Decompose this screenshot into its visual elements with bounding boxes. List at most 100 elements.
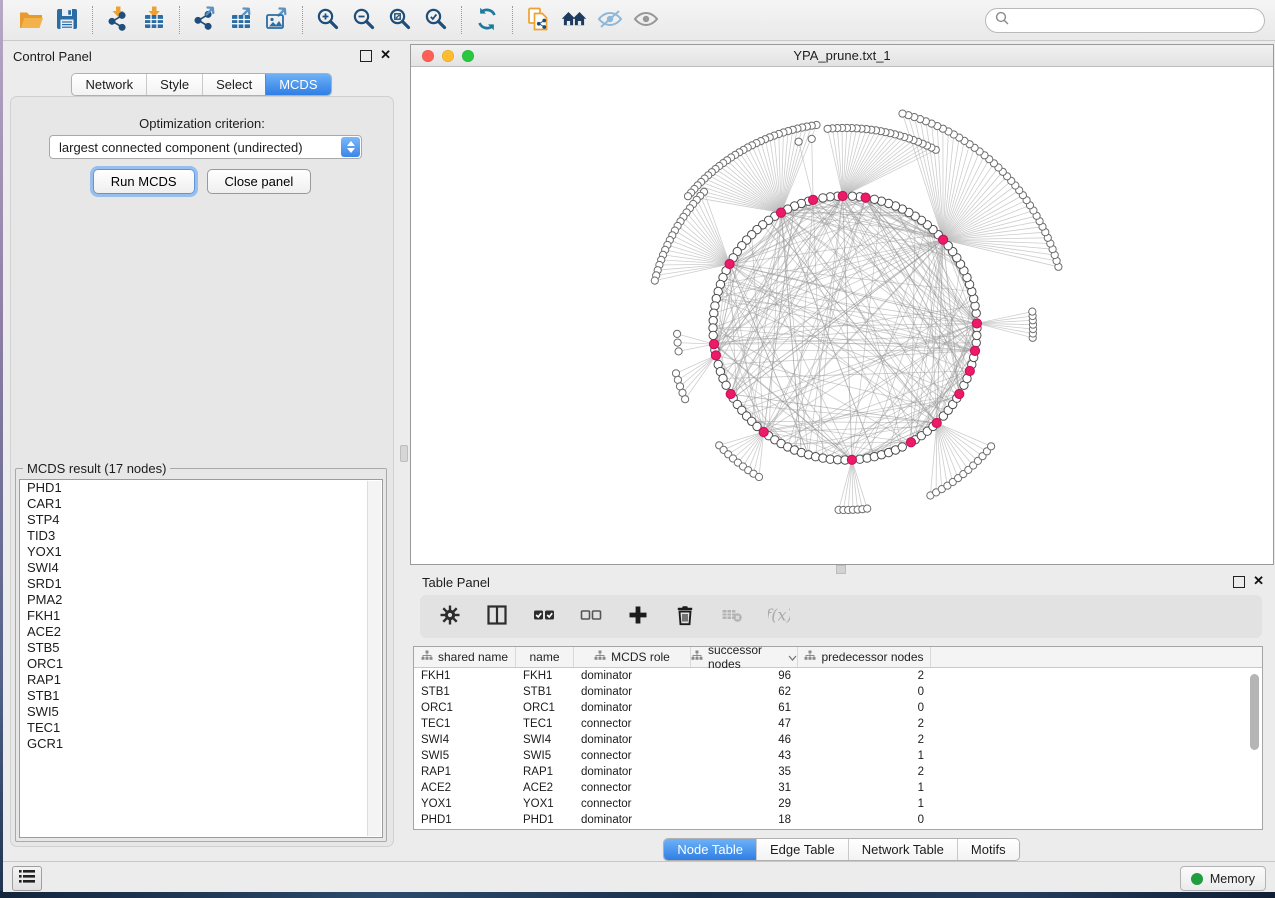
clone-network-button[interactable] — [520, 3, 556, 37]
network-hub-node[interactable] — [906, 438, 915, 447]
column-header-successor-nodes[interactable]: successor nodes — [691, 647, 798, 667]
checked-boxes-button[interactable] — [533, 604, 555, 629]
table-cell[interactable]: 1 — [798, 750, 931, 762]
close-panel-button[interactable]: Close panel — [207, 169, 312, 194]
export-table-button[interactable] — [223, 3, 259, 37]
table-cell[interactable]: SWI5 — [516, 750, 574, 762]
table-cell[interactable]: 0 — [798, 814, 931, 826]
table-cell[interactable]: ORC1 — [414, 702, 516, 714]
save-session-button[interactable] — [49, 3, 85, 37]
table-cell[interactable]: RAP1 — [414, 766, 516, 778]
network-hub-node[interactable] — [970, 346, 979, 355]
vertical-splitter[interactable] — [400, 41, 408, 861]
network-leaf-node[interactable] — [672, 370, 679, 377]
table-cell[interactable]: 2 — [798, 766, 931, 778]
network-node[interactable] — [819, 194, 827, 202]
table-row[interactable]: PHD1PHD1dominator180 — [414, 812, 1262, 828]
network-window-titlebar[interactable]: YPA_prune.txt_1 — [411, 45, 1273, 67]
import-table-button[interactable] — [136, 3, 172, 37]
network-leaf-node[interactable] — [682, 396, 689, 403]
network-hub-node[interactable] — [847, 455, 856, 464]
network-leaf-node[interactable] — [795, 138, 802, 145]
network-hub-node[interactable] — [709, 340, 718, 349]
table-cell[interactable]: 2 — [798, 718, 931, 730]
table-cell[interactable]: 0 — [798, 702, 931, 714]
mcds-result-item[interactable]: PMA2 — [20, 592, 382, 608]
mcds-result-item[interactable]: RAP1 — [20, 672, 382, 688]
table-cell[interactable]: ORC1 — [516, 702, 574, 714]
network-hub-node[interactable] — [711, 351, 720, 360]
mcds-result-item[interactable]: ORC1 — [20, 656, 382, 672]
network-hub-node[interactable] — [759, 427, 768, 436]
network-node[interactable] — [870, 195, 878, 203]
mcds-result-item[interactable]: YOX1 — [20, 544, 382, 560]
table-cell[interactable]: 1 — [798, 798, 931, 810]
table-cell[interactable]: SWI4 — [516, 734, 574, 746]
table-cell[interactable]: STB1 — [414, 686, 516, 698]
zoom-in-button[interactable] — [310, 3, 346, 37]
table-row[interactable]: RAP1RAP1dominator352 — [414, 764, 1262, 780]
mcds-result-item[interactable]: STB1 — [20, 688, 382, 704]
table-cell[interactable]: ACE2 — [414, 782, 516, 794]
dropdown-stepper-icon[interactable] — [341, 137, 360, 157]
mcds-result-item[interactable]: STP4 — [20, 512, 382, 528]
table-row[interactable]: ACE2ACE2connector311 — [414, 780, 1262, 796]
tab-mcds[interactable]: MCDS — [265, 74, 330, 95]
network-node[interactable] — [973, 331, 981, 339]
table-row[interactable]: STB1STB1dominator620 — [414, 684, 1262, 700]
table-cell[interactable]: 2 — [798, 670, 931, 682]
mcds-result-item[interactable]: SWI5 — [20, 704, 382, 720]
network-hub-node[interactable] — [972, 319, 981, 328]
tab-motifs[interactable]: Motifs — [957, 839, 1019, 860]
tab-network[interactable]: Network — [72, 74, 146, 95]
table-cell[interactable]: 2 — [798, 734, 931, 746]
network-leaf-node[interactable] — [1029, 308, 1036, 315]
table-row[interactable]: SWI4SWI4dominator462 — [414, 732, 1262, 748]
refresh-button[interactable] — [469, 3, 505, 37]
network-leaf-node[interactable] — [675, 348, 682, 355]
tab-network-table[interactable]: Network Table — [848, 839, 957, 860]
zoom-out-button[interactable] — [346, 3, 382, 37]
hide-selected-button[interactable] — [592, 3, 628, 37]
mcds-result-item[interactable]: SWI4 — [20, 560, 382, 576]
show-all-button[interactable] — [628, 3, 664, 37]
table-cell[interactable]: 96 — [691, 670, 798, 682]
network-hub-node[interactable] — [809, 195, 818, 204]
table-row[interactable]: ORC1ORC1dominator610 — [414, 700, 1262, 716]
zoom-fit-button[interactable] — [382, 3, 418, 37]
mcds-result-item[interactable]: SRD1 — [20, 576, 382, 592]
search-box[interactable] — [985, 8, 1265, 33]
table-scrollbar-thumb[interactable] — [1250, 674, 1259, 750]
float-table-panel-icon[interactable] — [1233, 576, 1245, 588]
memory-button[interactable]: Memory — [1180, 866, 1266, 891]
table-cell[interactable]: STB1 — [516, 686, 574, 698]
sort-caret-icon[interactable] — [788, 650, 797, 664]
mcds-result-list[interactable]: PHD1CAR1STP4TID3YOX1SWI4SRD1PMA2FKH1ACE2… — [19, 479, 383, 838]
network-hub-node[interactable] — [726, 389, 735, 398]
table-cell[interactable]: 62 — [691, 686, 798, 698]
network-hub-node[interactable] — [939, 235, 948, 244]
network-leaf-node[interactable] — [864, 505, 871, 512]
close-table-panel-icon[interactable]: ✕ — [1253, 574, 1264, 588]
table-cell[interactable]: 35 — [691, 766, 798, 778]
gear-button[interactable] — [439, 604, 461, 629]
zoom-selected-button[interactable] — [418, 3, 454, 37]
splitter-grip-icon[interactable] — [400, 445, 408, 462]
network-hub-node[interactable] — [725, 259, 734, 268]
tab-node-table[interactable]: Node Table — [664, 839, 756, 860]
table-cell[interactable]: connector — [574, 782, 691, 794]
column-header-predecessor-nodes[interactable]: predecessor nodes — [798, 647, 931, 667]
export-image-button[interactable] — [259, 3, 295, 37]
optimization-criterion-select[interactable]: largest connected component (undirected) — [49, 135, 362, 159]
mcds-result-item[interactable]: FKH1 — [20, 608, 382, 624]
network-hub-node[interactable] — [861, 193, 870, 202]
table-cell[interactable]: 46 — [691, 734, 798, 746]
column-header-MCDS-role[interactable]: MCDS role — [574, 647, 691, 667]
table-cell[interactable]: PHD1 — [516, 814, 574, 826]
table-cell[interactable]: 29 — [691, 798, 798, 810]
network-hub-node[interactable] — [932, 418, 941, 427]
table-cell[interactable]: 61 — [691, 702, 798, 714]
trash-button[interactable] — [674, 604, 696, 629]
table-cell[interactable]: dominator — [574, 686, 691, 698]
unchecked-boxes-button[interactable] — [580, 604, 602, 629]
